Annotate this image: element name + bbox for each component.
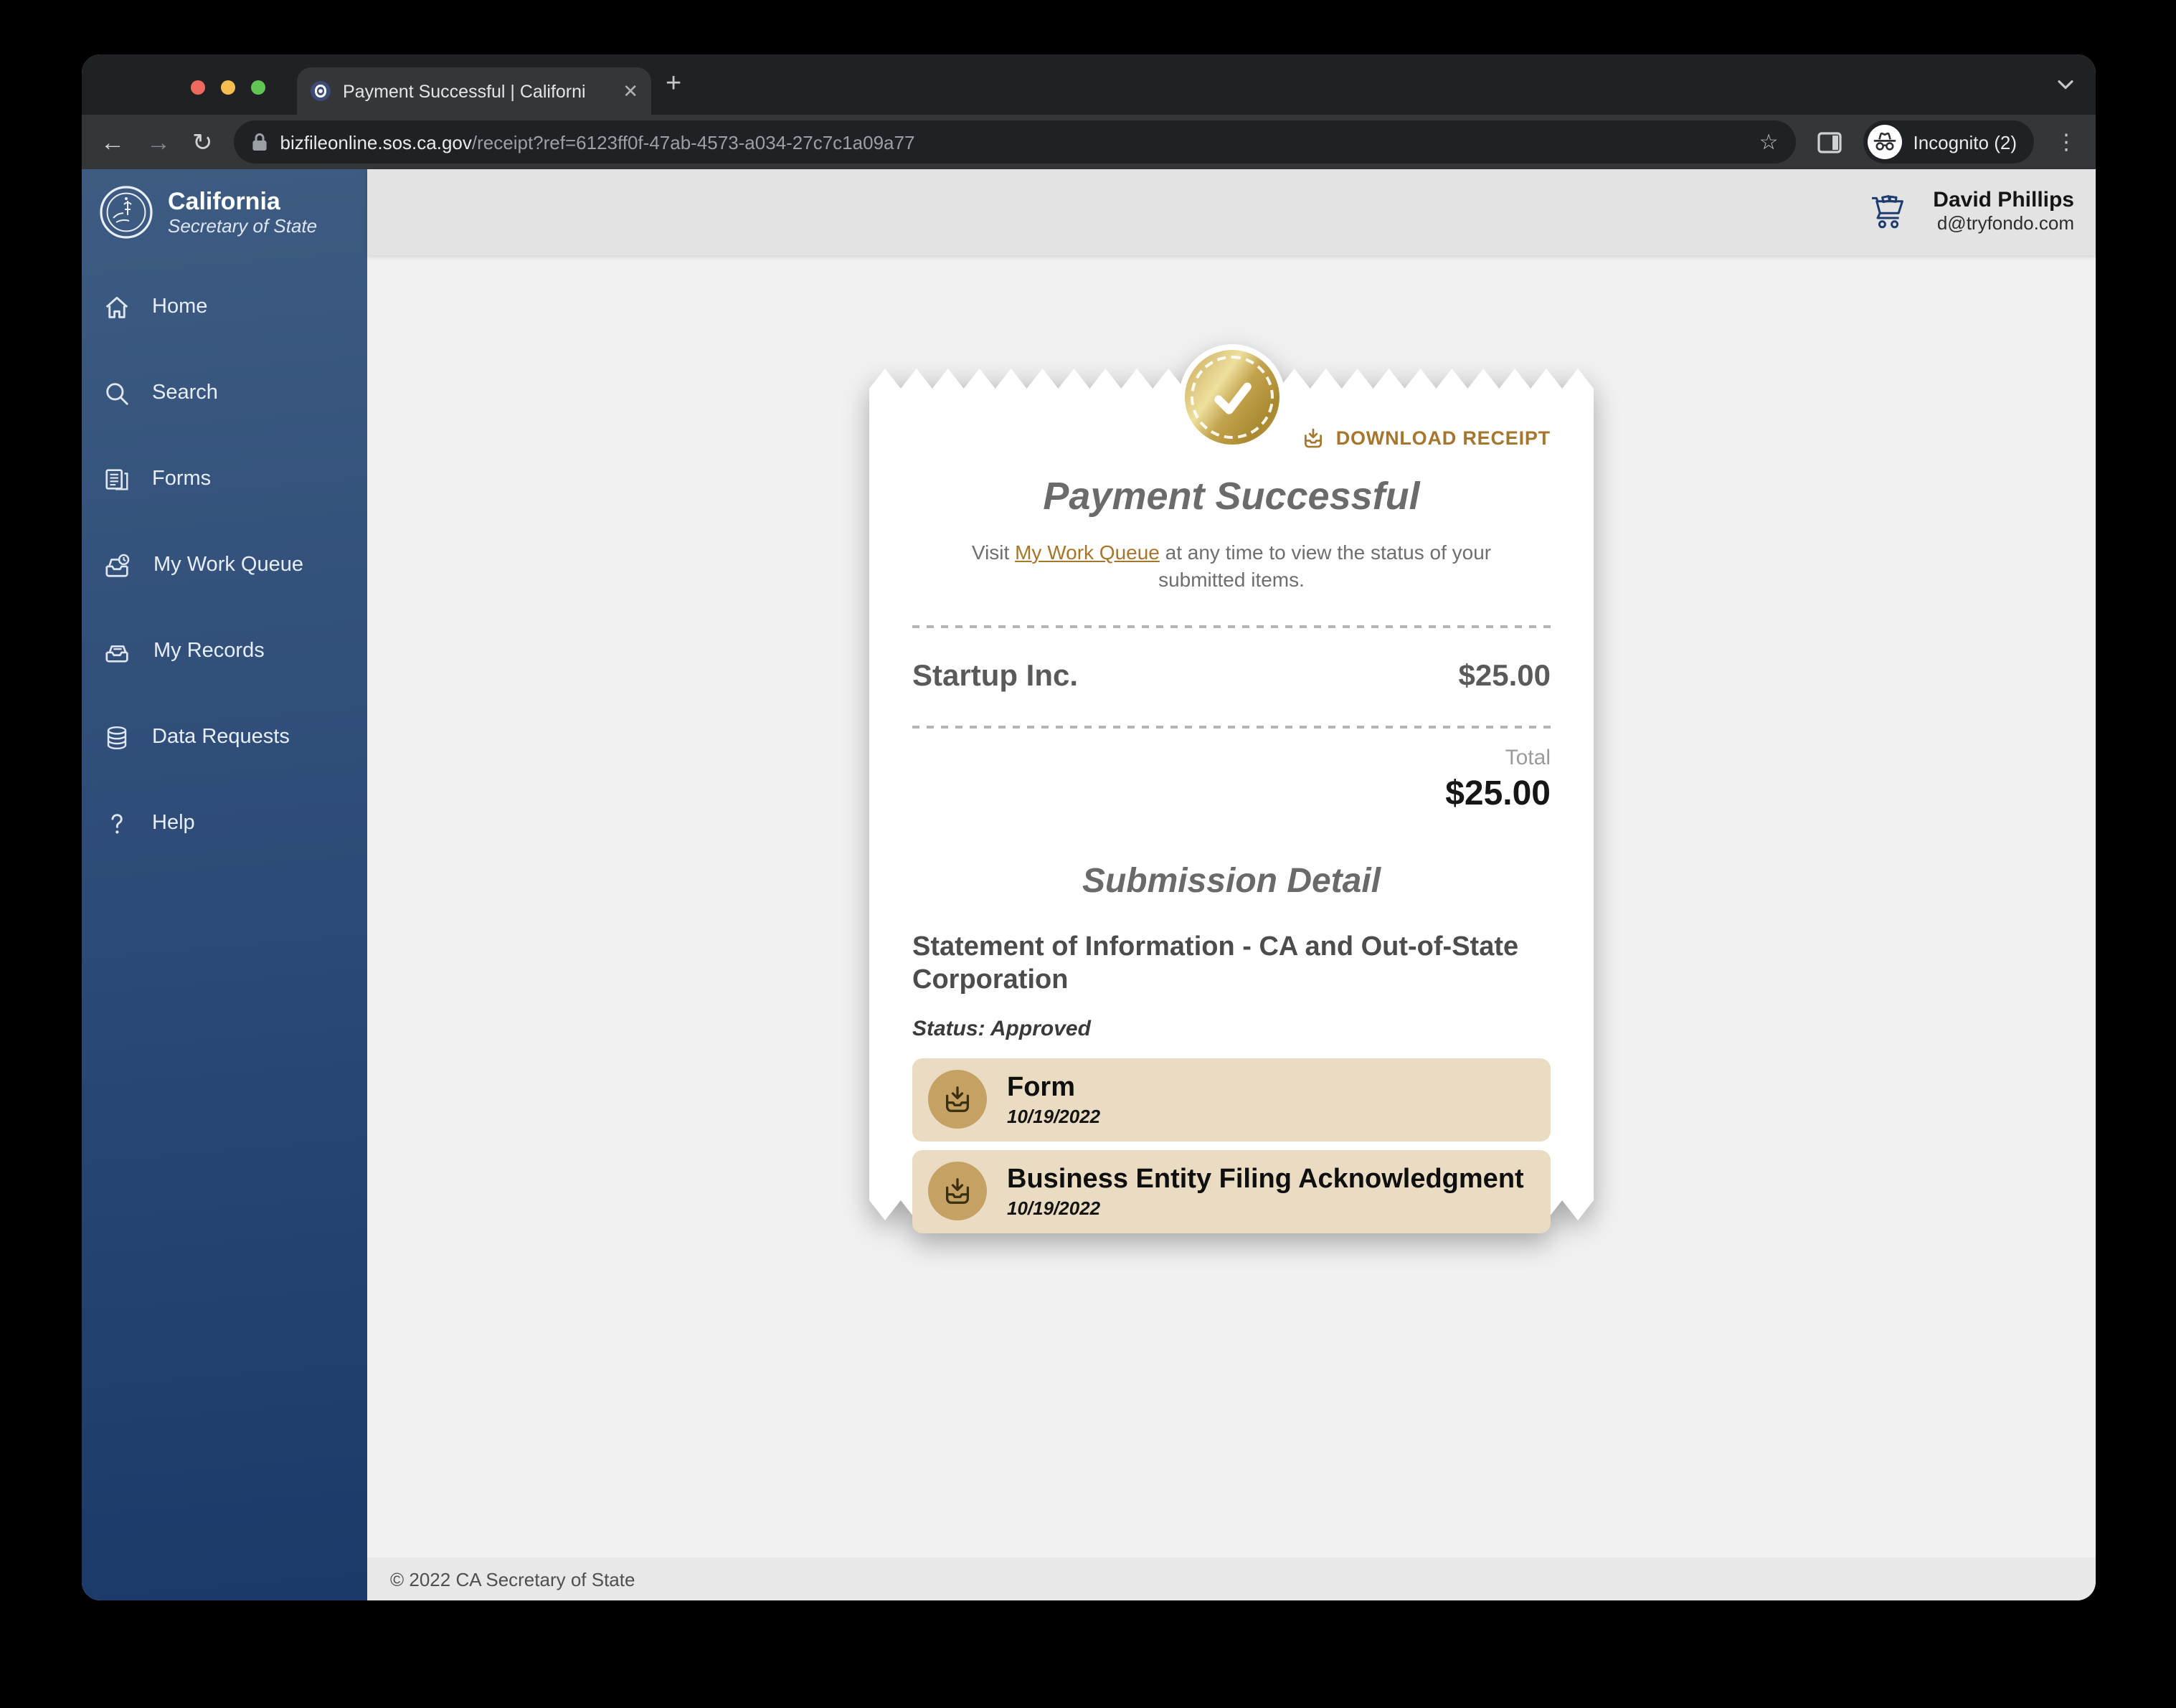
search-icon — [103, 379, 131, 407]
download-circle-icon — [928, 1071, 987, 1129]
submission-detail-title: Submission Detail — [912, 862, 1551, 902]
download-receipt-label: DOWNLOAD RECEIPT — [1336, 427, 1551, 448]
download-icon — [1302, 425, 1326, 450]
bookmark-star-icon[interactable]: ☆ — [1759, 129, 1779, 155]
sidebar-item-label: Forms — [152, 468, 211, 490]
records-icon — [103, 637, 132, 665]
total-amount: $25.00 — [912, 774, 1551, 816]
receipt-title: Payment Successful — [912, 475, 1551, 519]
line-item-amount: $25.00 — [1459, 660, 1551, 694]
incognito-label: Incognito (2) — [1913, 131, 2017, 153]
reload-icon[interactable]: ↻ — [192, 130, 213, 154]
main-column: David Phillips d@tryfondo.com — [367, 169, 2096, 1600]
app-footer: © 2022 CA Secretary of State — [367, 1557, 2096, 1600]
download-acknowledgment-card[interactable]: Business Entity Filing Acknowledgment 10… — [912, 1150, 1551, 1233]
user-email: d@tryfondo.com — [1933, 214, 2074, 234]
brand-subtitle: Secretary of State — [168, 216, 317, 237]
url-domain: bizfileonline.sos.ca.gov — [280, 131, 472, 153]
submission-status: Status: Approved — [912, 1017, 1551, 1041]
sidebar-item-label: Search — [152, 381, 218, 404]
sidebar-item-my-records[interactable]: My Records — [82, 608, 367, 694]
browser-window: Payment Successful | Californi ✕ + ← → ↻… — [82, 54, 2096, 1600]
app-header: David Phillips d@tryfondo.com — [367, 169, 2096, 255]
incognito-icon — [1867, 125, 1901, 159]
sidebar-item-my-work-queue[interactable]: My Work Queue — [82, 522, 367, 608]
document-label: Business Entity Filing Acknowledgment — [1007, 1164, 1524, 1196]
url-path: /receipt?ref=6123ff0f-47ab-4573-a034-27c… — [472, 131, 915, 153]
receipt-body: DOWNLOAD RECEIPT Payment Successful Visi… — [869, 389, 1594, 1200]
line-item-row: Startup Inc. $25.00 — [912, 628, 1551, 726]
minimize-window-button[interactable] — [221, 80, 235, 95]
lock-icon — [252, 132, 269, 152]
sidebar-item-home[interactable]: Home — [82, 264, 367, 350]
receipt-note: Visit My Work Queue at any time to view … — [930, 539, 1533, 594]
sidebar-nav: Home Search Forms My Work Queue — [82, 255, 367, 866]
total-block: Total $25.00 — [912, 746, 1551, 816]
forward-icon[interactable]: → — [146, 130, 171, 154]
tab-close-icon[interactable]: ✕ — [623, 82, 638, 100]
sidebar-item-label: Home — [152, 295, 207, 318]
browser-tab-bar: Payment Successful | Californi ✕ + — [82, 54, 2096, 115]
sidebar-item-search[interactable]: Search — [82, 350, 367, 436]
url-text: bizfileonline.sos.ca.gov/receipt?ref=612… — [280, 131, 1748, 153]
sidebar-item-label: My Work Queue — [153, 554, 303, 577]
receipt: DOWNLOAD RECEIPT Payment Successful Visi… — [869, 369, 1594, 1220]
incognito-badge[interactable]: Incognito (2) — [1863, 120, 2034, 163]
document-label: Form — [1007, 1073, 1100, 1104]
brand-title: California — [168, 187, 317, 215]
sidebar-item-forms[interactable]: Forms — [82, 436, 367, 522]
browser-menu-icon[interactable]: ⋮ — [2056, 129, 2077, 155]
screen: Payment Successful | Californi ✕ + ← → ↻… — [0, 0, 2176, 1708]
window-controls — [191, 80, 265, 95]
database-icon — [103, 723, 131, 751]
copyright-text: © 2022 CA Secretary of State — [390, 1568, 635, 1590]
sidebar-item-label: Data Requests — [152, 726, 290, 749]
user-info[interactable]: David Phillips d@tryfondo.com — [1933, 190, 2074, 235]
sidebar-item-label: Help — [152, 812, 195, 835]
home-icon — [103, 293, 131, 321]
work-queue-icon — [103, 551, 132, 579]
divider — [912, 726, 1551, 729]
address-bar[interactable]: bizfileonline.sos.ca.gov/receipt?ref=612… — [235, 120, 1796, 163]
main-content: DOWNLOAD RECEIPT Payment Successful Visi… — [367, 255, 2096, 1557]
total-label: Total — [912, 746, 1551, 772]
checkmark-icon — [1201, 367, 1262, 427]
success-badge-icon — [1178, 344, 1285, 450]
sidebar-item-data-requests[interactable]: Data Requests — [82, 694, 367, 780]
my-work-queue-link[interactable]: My Work Queue — [1015, 541, 1160, 564]
california-seal-icon — [99, 185, 153, 239]
tab-title: Payment Successful | Californi — [343, 81, 611, 101]
site-favicon-icon — [310, 80, 331, 102]
zoom-window-button[interactable] — [251, 80, 265, 95]
browser-toolbar: ← → ↻ bizfileonline.sos.ca.gov/receipt?r… — [82, 115, 2096, 169]
line-item-name: Startup Inc. — [912, 660, 1078, 694]
document-date: 10/19/2022 — [1007, 1105, 1100, 1126]
note-prefix: Visit — [972, 541, 1015, 564]
document-date: 10/19/2022 — [1007, 1197, 1524, 1218]
submission-name: Statement of Information - CA and Out-of… — [912, 931, 1551, 997]
note-suffix: at any time to view the status of your s… — [1158, 541, 1491, 591]
forms-icon — [103, 465, 131, 493]
user-name: David Phillips — [1933, 190, 2074, 214]
sidebar-item-help[interactable]: Help — [82, 780, 367, 866]
brand[interactable]: California Secretary of State — [82, 169, 367, 255]
browser-tab[interactable]: Payment Successful | Californi ✕ — [297, 67, 651, 115]
tab-search-chevron-icon[interactable] — [2057, 79, 2074, 90]
download-form-card[interactable]: Form 10/19/2022 — [912, 1058, 1551, 1142]
new-tab-button[interactable]: + — [666, 69, 681, 100]
download-circle-icon — [928, 1162, 987, 1221]
close-window-button[interactable] — [191, 80, 205, 95]
sidebar: California Secretary of State Home Searc… — [82, 169, 367, 1600]
sidebar-item-label: My Records — [153, 640, 265, 663]
page: California Secretary of State Home Searc… — [82, 169, 2096, 1600]
side-panel-icon[interactable] — [1817, 131, 1841, 153]
cart-icon[interactable] — [1868, 194, 1908, 231]
help-icon — [103, 810, 131, 837]
back-icon[interactable]: ← — [100, 130, 125, 154]
